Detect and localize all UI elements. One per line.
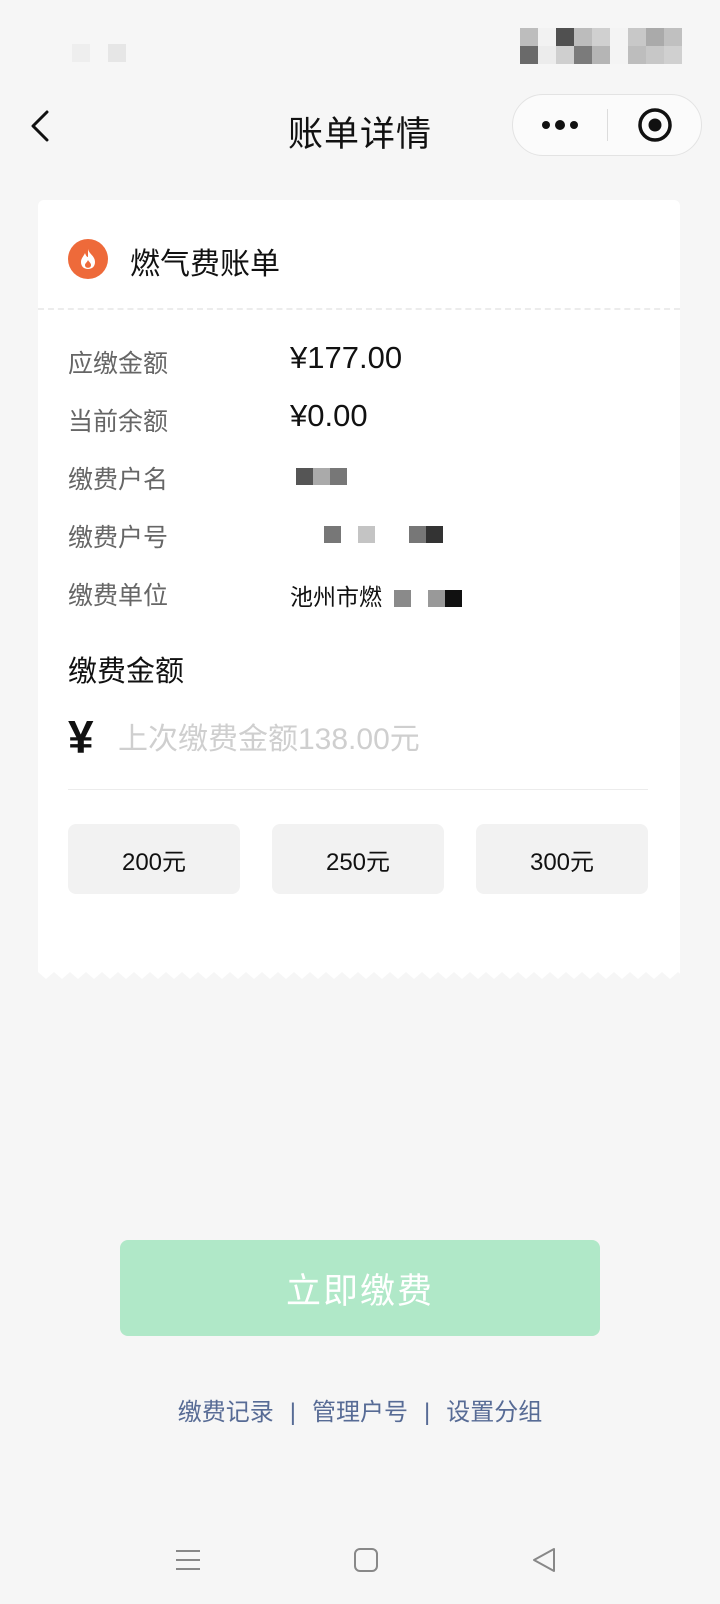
- footer-links: 缴费记录 | 管理户号 | 设置分组: [0, 1392, 720, 1427]
- quick-amount-250[interactable]: 250元: [272, 824, 444, 894]
- account-number-label: 缴费户号: [68, 524, 169, 552]
- payee-unit-row: 缴费单位 池州市燃: [68, 570, 648, 610]
- menu-icon: [176, 1550, 200, 1570]
- footer-separator: |: [289, 1399, 296, 1426]
- balance-value: ¥0.00: [290, 398, 368, 433]
- payment-amount-input[interactable]: [118, 718, 618, 762]
- set-groups-link[interactable]: 设置分组: [446, 1399, 542, 1426]
- receipt-zigzag-edge: [38, 968, 680, 979]
- quick-amount-200[interactable]: 200元: [68, 824, 240, 894]
- payment-amount-title: 缴费金额: [68, 656, 185, 688]
- android-back-button[interactable]: [514, 1530, 574, 1590]
- amount-due-label: 应缴金额: [68, 350, 169, 378]
- bill-card-header: 燃气费账单: [38, 200, 680, 310]
- currency-symbol: ¥: [68, 711, 94, 763]
- close-mini-program-button[interactable]: [609, 95, 701, 155]
- triangle-back-icon: [533, 1548, 555, 1572]
- payee-unit-text: 池州市燃: [290, 584, 382, 610]
- amount-due-value: ¥177.00: [290, 340, 403, 375]
- account-name-row: 缴费户名: [68, 454, 648, 494]
- account-number-value-redacted: [318, 520, 443, 547]
- target-close-icon: [638, 108, 672, 142]
- payee-unit-value: 池州市燃: [290, 578, 463, 612]
- amount-input-wrapper: ¥: [68, 710, 648, 790]
- android-home-button[interactable]: [336, 1530, 396, 1590]
- quick-amount-300[interactable]: 300元: [476, 824, 648, 894]
- more-dots-icon: [542, 120, 578, 130]
- account-name-value-redacted: [290, 462, 347, 489]
- account-number-row: 缴费户号: [68, 512, 648, 552]
- payee-unit-label: 缴费单位: [68, 582, 169, 610]
- account-name-label: 缴费户名: [68, 466, 169, 494]
- android-nav-bar: [0, 1530, 720, 1590]
- flame-icon: [81, 249, 95, 269]
- status-bar: [0, 0, 720, 80]
- capsule-divider: [607, 109, 608, 141]
- payment-history-link[interactable]: 缴费记录: [178, 1399, 274, 1426]
- bill-type-badge: [68, 239, 108, 279]
- status-bar-icons-redacted: [520, 28, 682, 64]
- status-bar-time-redacted: [72, 44, 126, 62]
- balance-label: 当前余额: [68, 408, 169, 436]
- pay-now-button[interactable]: 立即缴费: [120, 1240, 600, 1336]
- footer-separator: |: [424, 1399, 431, 1426]
- bill-card: 燃气费账单 应缴金额 ¥177.00 当前余额 ¥0.00 缴费户名 缴费户号 …: [38, 200, 680, 979]
- quick-amounts: 200元 250元 300元: [68, 824, 650, 896]
- manage-accounts-link[interactable]: 管理户号: [312, 1399, 408, 1426]
- payee-unit-redacted: [394, 590, 463, 608]
- square-home-icon: [354, 1548, 378, 1572]
- amount-due-row: 应缴金额 ¥177.00: [68, 338, 648, 378]
- more-button[interactable]: [513, 95, 607, 155]
- mini-program-capsule: [512, 94, 702, 156]
- nav-bar: 账单详情: [0, 92, 720, 162]
- android-menu-button[interactable]: [158, 1530, 218, 1590]
- balance-row: 当前余额 ¥0.00: [68, 396, 648, 436]
- bill-title: 燃气费账单: [130, 248, 280, 281]
